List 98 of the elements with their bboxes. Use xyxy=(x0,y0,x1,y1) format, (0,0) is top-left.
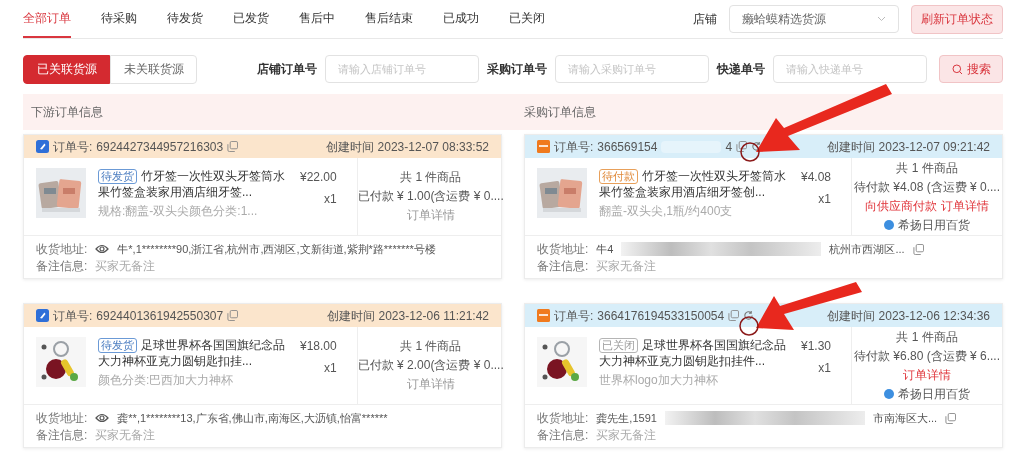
eye-icon[interactable] xyxy=(95,413,110,423)
tab[interactable]: 已关闭 xyxy=(509,0,545,38)
product-spec: 翻盖-双头尖,1瓶/约400支 xyxy=(599,203,734,220)
address-text: 牛4 xyxy=(596,242,614,257)
field-label: 店铺订单号 xyxy=(257,61,317,78)
column-header: 下游订单信息 xyxy=(30,104,104,121)
created-time: 创建时间 2023-12-07 08:33:52 xyxy=(326,138,489,156)
product-title[interactable]: 待发货 竹牙签一次性双头牙签筒水果竹签盒装家用酒店细牙签... xyxy=(98,168,288,200)
refresh-icon[interactable] xyxy=(751,141,763,152)
refresh-status-button[interactable]: 刷新订单状态 xyxy=(911,4,1003,34)
remark-text: 买家无备注 xyxy=(95,258,156,274)
order-label: 订单号: xyxy=(554,138,594,156)
tab[interactable]: 售后中 xyxy=(299,0,335,38)
unit-price: ¥4.08 xyxy=(801,169,832,186)
status-tag: 已关闭 xyxy=(599,338,638,353)
payment-amount: 已付款 ¥ 1.00(含运费 ¥ 0.... xyxy=(357,188,504,205)
field-label: 采购订单号 xyxy=(487,61,547,78)
address-label: 收货地址: xyxy=(537,241,589,258)
remark-text: 买家无备注 xyxy=(596,427,657,443)
address-text: 牛*,1********90,浙江省,杭州市,西湖区,文新街道,紫荆*路*******号楼 xyxy=(117,242,436,257)
app-icon xyxy=(36,309,49,322)
store-label: 店铺 xyxy=(693,11,717,28)
item-count: 共 1 件商品 xyxy=(400,169,462,186)
tab[interactable]: 已成功 xyxy=(443,0,479,38)
supplier-name[interactable]: 希扬日用百货 xyxy=(898,385,970,403)
address-text: 龚**,1********13,广东省,佛山市,南海区,大沥镇,怡富****** xyxy=(117,411,388,426)
store-select[interactable]: 癞蛤蟆精选货源 xyxy=(729,5,899,33)
search-button[interactable]: 搜索 xyxy=(939,55,1003,83)
remark-label: 备注信息: xyxy=(36,258,88,274)
address-label: 收货地址: xyxy=(36,410,88,427)
chevron-down-icon xyxy=(877,16,886,22)
app-icon xyxy=(537,140,550,153)
product-spec: 世界杯logo加大力神杯 xyxy=(599,372,719,389)
status-tag: 待发货 xyxy=(98,338,137,353)
remark-label: 备注信息: xyxy=(537,427,589,443)
remark-label: 备注信息: xyxy=(36,427,88,443)
app-icon xyxy=(537,309,550,322)
source-toggle[interactable]: 未关联货源 xyxy=(110,54,197,84)
store-icon xyxy=(884,389,894,399)
source-toggle[interactable]: 已关联货源 xyxy=(23,54,110,84)
item-count: 共 1 件商品 xyxy=(896,159,958,177)
order-label: 订单号: xyxy=(53,307,93,325)
tab[interactable]: 售后结束 xyxy=(365,0,413,38)
app-icon xyxy=(36,140,49,153)
order-label: 订单号: xyxy=(53,138,93,156)
address-label: 收货地址: xyxy=(36,241,88,258)
order-link[interactable]: 订单详情 xyxy=(903,366,951,384)
payment-amount: 待付款 ¥6.80 (含运费 ¥ 6.... xyxy=(854,347,1001,365)
remark-label: 备注信息: xyxy=(537,258,589,274)
order-number: 4 xyxy=(725,138,733,156)
quantity: x1 xyxy=(324,191,337,208)
tab[interactable]: 待发货 xyxy=(167,0,203,38)
created-time: 创建时间 2023-12-06 11:21:42 xyxy=(327,307,489,325)
product-title[interactable]: 已关闭 足球世界杯各国国旗纪念品大力神杯亚克力圆钥匙扣挂件... xyxy=(599,337,789,369)
remark-text: 买家无备注 xyxy=(596,258,657,274)
address-text: 龚先生,1591 xyxy=(596,411,657,426)
circle-annotation xyxy=(739,316,759,336)
quantity: x1 xyxy=(324,360,337,377)
field-label: 快递单号 xyxy=(717,61,765,78)
copy-icon[interactable] xyxy=(736,141,748,152)
order-number: 6924401361942550307 xyxy=(96,307,224,325)
store-icon xyxy=(884,220,894,230)
tab[interactable]: 已发货 xyxy=(233,0,269,38)
order-number: 3664176194533150054 xyxy=(597,307,725,325)
tab[interactable]: 全部订单 xyxy=(23,0,71,38)
refresh-icon[interactable] xyxy=(743,310,755,321)
circle-annotation xyxy=(740,142,760,162)
quantity: x1 xyxy=(818,360,832,377)
payment-amount: 待付款 ¥4.08 (含运费 ¥ 0.... xyxy=(854,178,1001,196)
quantity: x1 xyxy=(818,191,832,208)
order-number: 366569154 xyxy=(597,138,658,156)
item-count: 共 1 件商品 xyxy=(400,338,462,355)
created-time: 创建时间 2023-12-07 09:21:42 xyxy=(827,138,990,156)
order-label: 订单号: xyxy=(554,307,594,325)
address-label: 收货地址: xyxy=(537,410,589,427)
status-tag: 待付款 xyxy=(599,169,638,184)
unit-price: ¥22.00 xyxy=(300,169,337,186)
payment-amount: 已付款 ¥ 2.00(含运费 ¥ 0.... xyxy=(357,357,504,374)
created-time: 创建时间 2023-12-06 12:34:36 xyxy=(827,307,990,325)
product-title[interactable]: 待付款 竹牙签一次性双头牙签筒水果竹签盒装家用酒店细牙签创... xyxy=(599,168,789,200)
order-link[interactable]: 订单详情 xyxy=(941,197,989,215)
product-spec: 规格:翻盖-双头尖颜色分类:1... xyxy=(98,203,259,220)
product-spec: 颜色分类:巴西加大力神杯 xyxy=(98,372,235,389)
eye-icon[interactable] xyxy=(95,244,110,254)
address-text: 杭州市西湖区... xyxy=(829,242,905,257)
order-number: 6924427344957216303 xyxy=(96,138,224,156)
product-title[interactable]: 待发货 足球世界杯各国国旗纪念品大力神杯亚克力圆钥匙扣挂... xyxy=(98,337,288,369)
unit-price: ¥1.30 xyxy=(801,338,832,355)
unit-price: ¥18.00 xyxy=(300,338,337,355)
tab[interactable]: 待采购 xyxy=(101,0,137,38)
order-link[interactable]: 向供应商付款 xyxy=(865,197,937,215)
item-count: 共 1 件商品 xyxy=(896,328,958,346)
supplier-name[interactable]: 希扬日用百货 xyxy=(898,216,970,234)
status-tag: 待发货 xyxy=(98,169,137,184)
column-header: 采购订单信息 xyxy=(524,104,597,121)
remark-text: 买家无备注 xyxy=(95,427,156,443)
search-icon xyxy=(951,63,963,75)
address-text: 市南海区大... xyxy=(872,411,938,426)
